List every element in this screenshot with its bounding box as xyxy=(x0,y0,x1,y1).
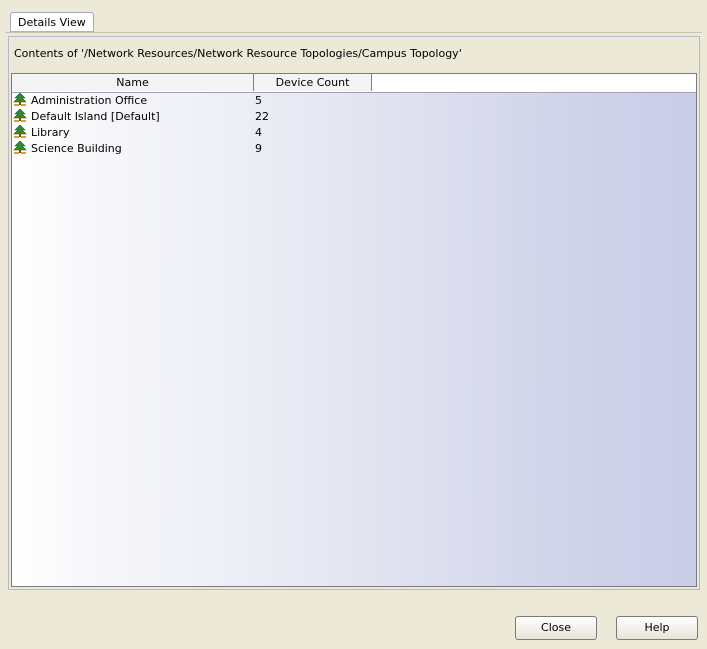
close-button[interactable]: Close xyxy=(515,616,597,640)
name-cell: Administration Office xyxy=(13,93,147,109)
table-row[interactable]: Administration Office 5 xyxy=(12,93,696,109)
table-row[interactable]: Science Building 9 xyxy=(12,141,696,157)
column-header-name[interactable]: Name xyxy=(12,74,254,91)
details-panel: Contents of '/Network Resources/Network … xyxy=(8,36,700,590)
column-header-device-count[interactable]: Device Count xyxy=(254,74,372,91)
row-name-label: Administration Office xyxy=(31,94,148,107)
device-count-cell: 4 xyxy=(255,126,262,139)
topology-tree-icon xyxy=(13,125,27,138)
device-count-cell: 22 xyxy=(255,110,269,123)
row-name-label: Science Building xyxy=(31,142,122,155)
name-cell: Library xyxy=(13,125,69,141)
device-count-cell: 9 xyxy=(255,142,262,155)
row-name-label: Default Island [Default] xyxy=(31,110,160,123)
topology-tree-icon xyxy=(13,109,27,122)
table-header: Name Device Count xyxy=(12,74,696,93)
table-body: Administration Office 5 Default Island [… xyxy=(12,93,696,157)
table-row[interactable]: Library 4 xyxy=(12,125,696,141)
tab-details-view[interactable]: Details View xyxy=(10,12,94,33)
name-cell: Default Island [Default] xyxy=(13,109,160,125)
details-table[interactable]: Name Device Count Administration Office … xyxy=(11,73,697,587)
table-row[interactable]: Default Island [Default] 22 xyxy=(12,109,696,125)
device-count-cell: 5 xyxy=(255,94,262,107)
topology-tree-icon xyxy=(13,93,27,106)
contents-path-label: Contents of '/Network Resources/Network … xyxy=(14,47,462,60)
row-name-label: Library xyxy=(31,126,70,139)
help-button[interactable]: Help xyxy=(616,616,698,640)
topology-tree-icon xyxy=(13,141,27,154)
tab-divider xyxy=(5,32,702,33)
details-window: Details View Contents of '/Network Resou… xyxy=(4,4,703,645)
name-cell: Science Building xyxy=(13,141,122,157)
